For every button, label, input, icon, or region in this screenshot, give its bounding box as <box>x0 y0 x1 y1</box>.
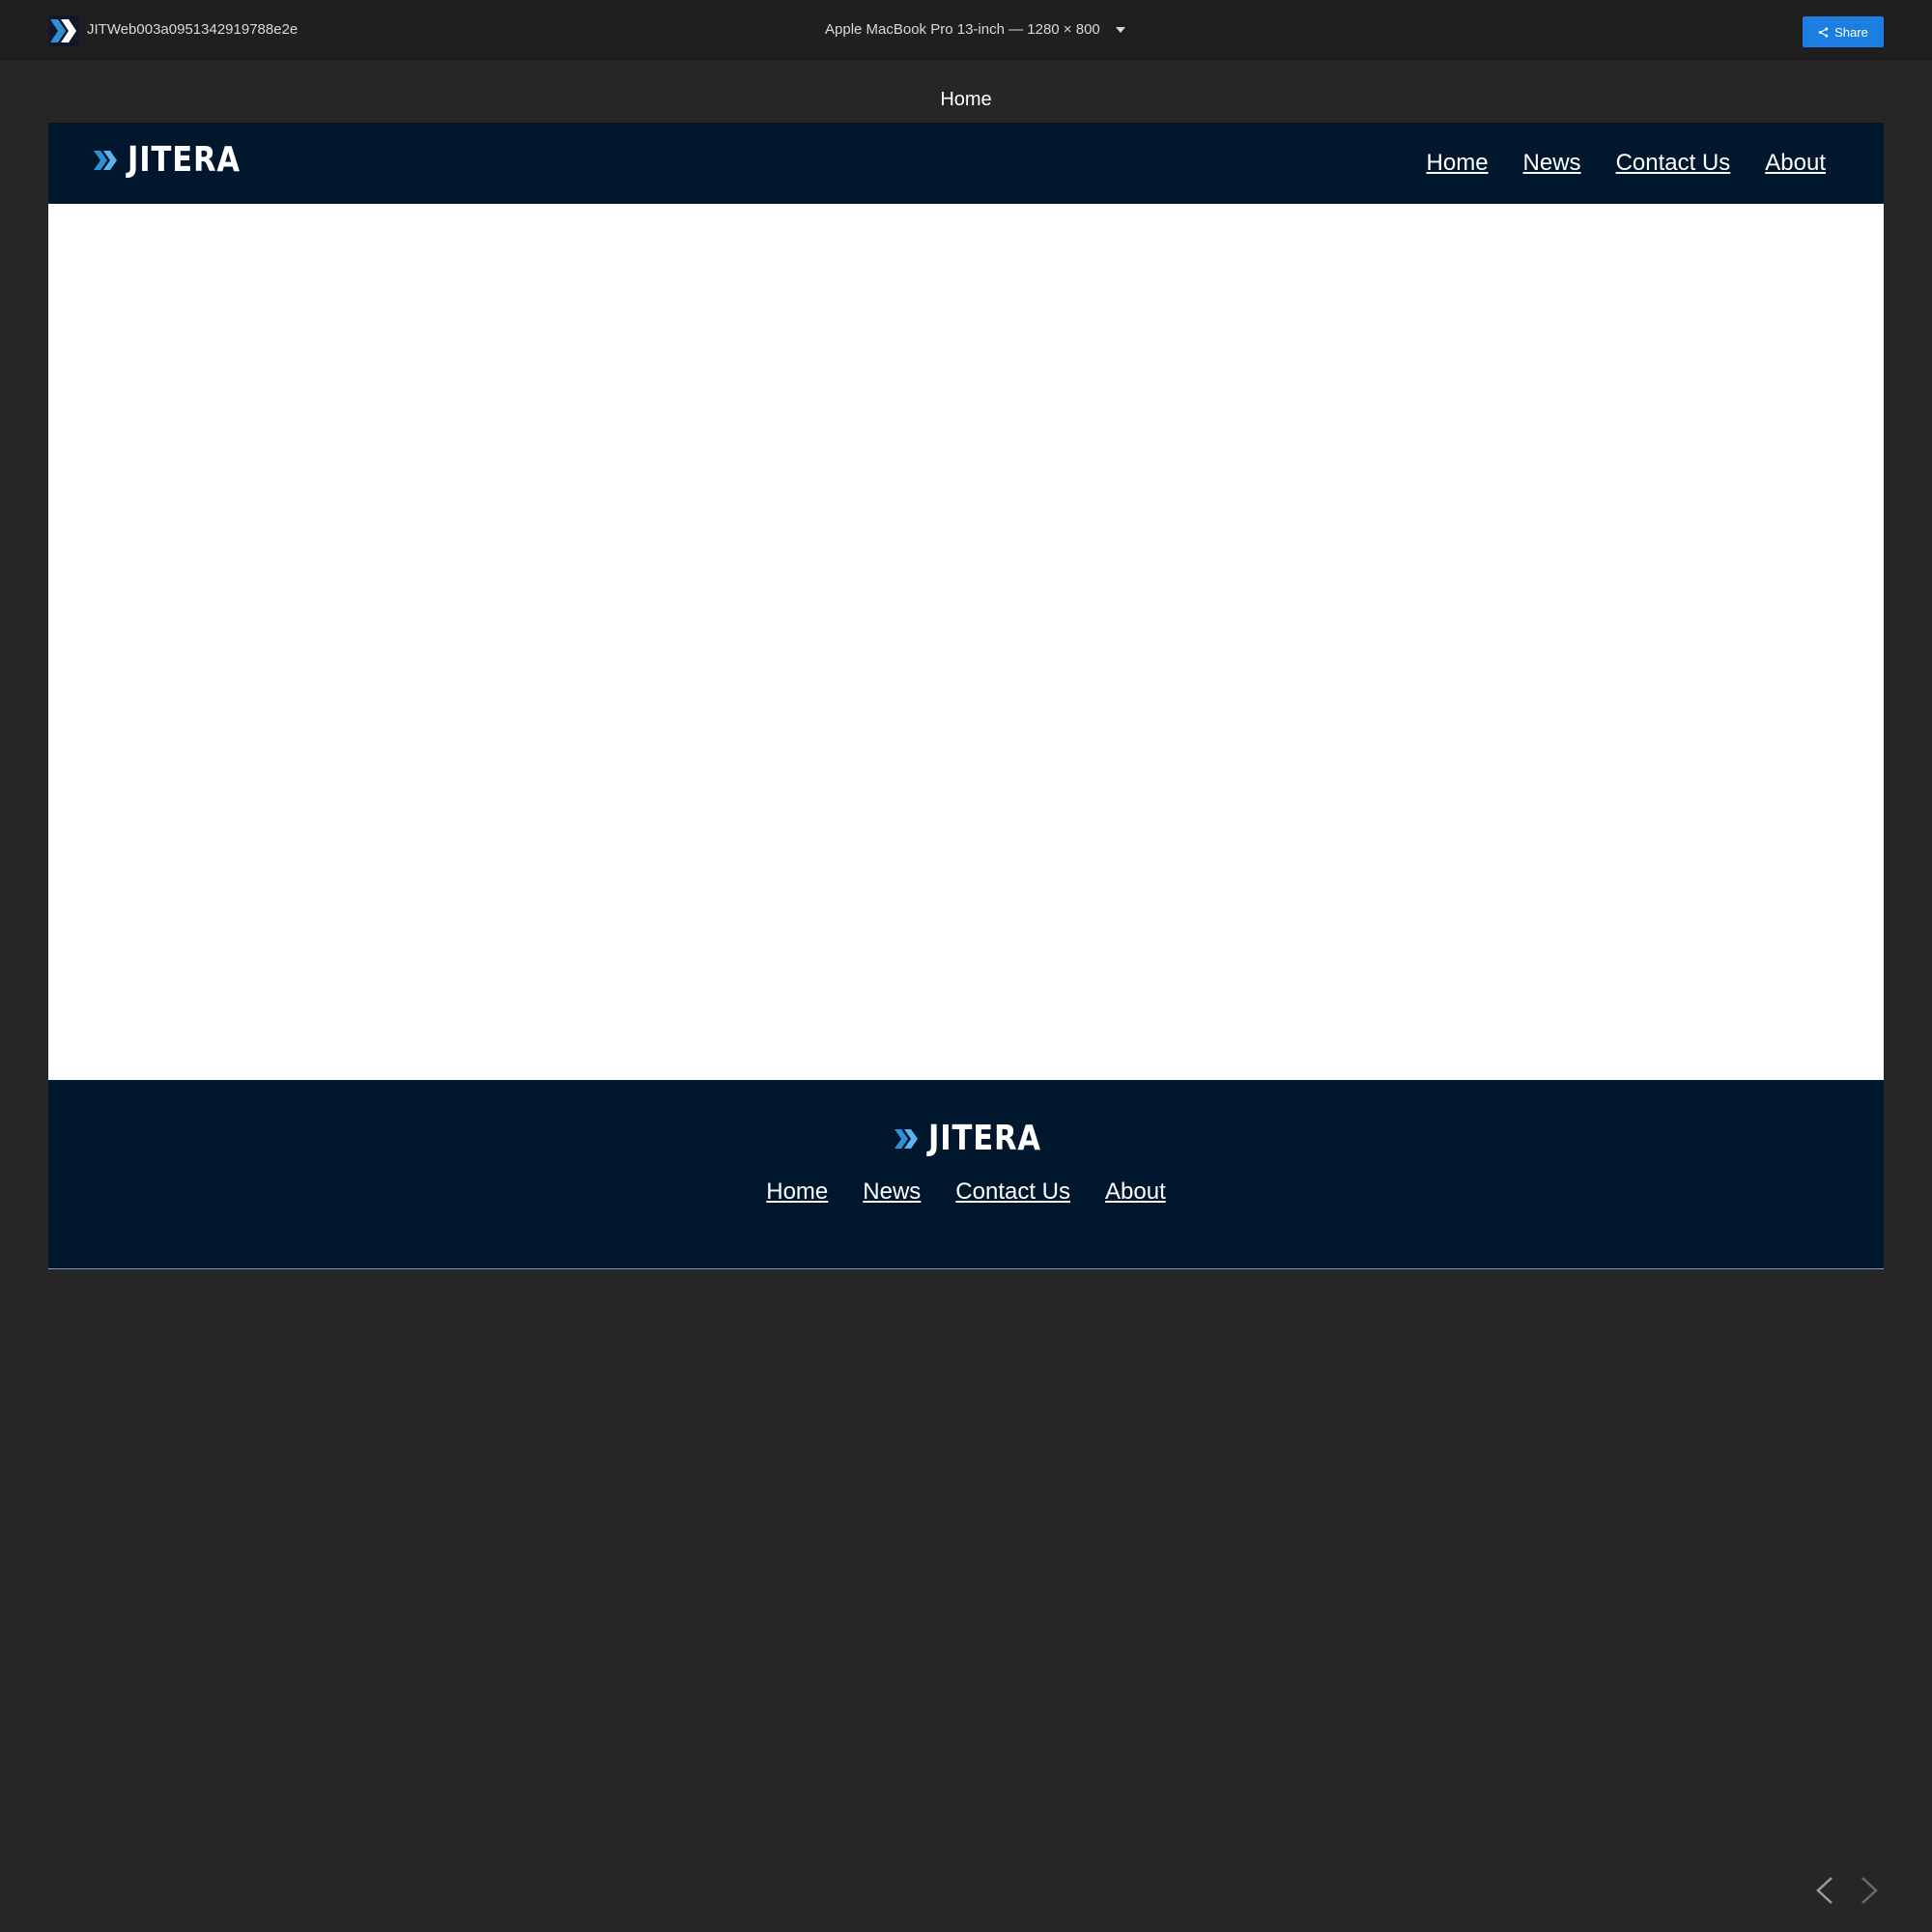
footer-link-news[interactable]: News <box>863 1179 921 1206</box>
brand-wordmark: JITERA <box>128 140 241 180</box>
footer-link-home[interactable]: Home <box>766 1179 828 1206</box>
device-selector[interactable]: Apple MacBook Pro 13-inch — 1280 × 800 <box>825 21 1125 38</box>
site-footer: JITERA Home News Contact Us About <box>48 1080 1884 1268</box>
jitera-chevrons-icon[interactable] <box>48 15 79 46</box>
nav-link-contact-us[interactable]: Contact Us <box>1616 150 1731 177</box>
header-nav: Home News Contact Us About <box>1392 150 1826 177</box>
screen-title: Home <box>940 89 992 110</box>
share-label: Share <box>1834 24 1868 40</box>
footer-link-about[interactable]: About <box>1105 1179 1166 1206</box>
chevron-right-icon <box>1861 1877 1878 1904</box>
nav-link-about[interactable]: About <box>1765 150 1826 177</box>
preview-frame: JITERA Home News Contact Us About JITERA… <box>48 123 1884 1269</box>
next-screen-button[interactable] <box>1855 1874 1884 1907</box>
project-name: JITWeb003a0951342919788e2e <box>87 21 298 38</box>
share-icon <box>1818 27 1829 37</box>
chevron-left-icon <box>1816 1877 1833 1904</box>
jitera-chevrons-icon <box>94 150 117 170</box>
footer-divider <box>48 1268 1884 1269</box>
share-button[interactable]: Share <box>1803 16 1884 47</box>
chevron-down-icon <box>1115 26 1125 33</box>
nav-link-news[interactable]: News <box>1523 150 1581 177</box>
footer-logo[interactable]: JITERA <box>894 1119 1062 1158</box>
brand-wordmark: JITERA <box>928 1119 1041 1158</box>
footer-link-contact-us[interactable]: Contact Us <box>955 1179 1070 1206</box>
header-logo[interactable]: JITERA <box>93 140 261 180</box>
site-header: JITERA Home News Contact Us About <box>48 123 1884 204</box>
top-toolbar: JITWeb003a0951342919788e2e Apple MacBook… <box>0 0 1932 61</box>
footer-nav: Home News Contact Us About <box>48 1179 1884 1206</box>
nav-link-home[interactable]: Home <box>1427 150 1489 177</box>
prev-screen-button[interactable] <box>1810 1874 1839 1907</box>
device-label: Apple MacBook Pro 13-inch — 1280 × 800 <box>825 21 1100 38</box>
jitera-chevrons-icon <box>895 1128 918 1149</box>
